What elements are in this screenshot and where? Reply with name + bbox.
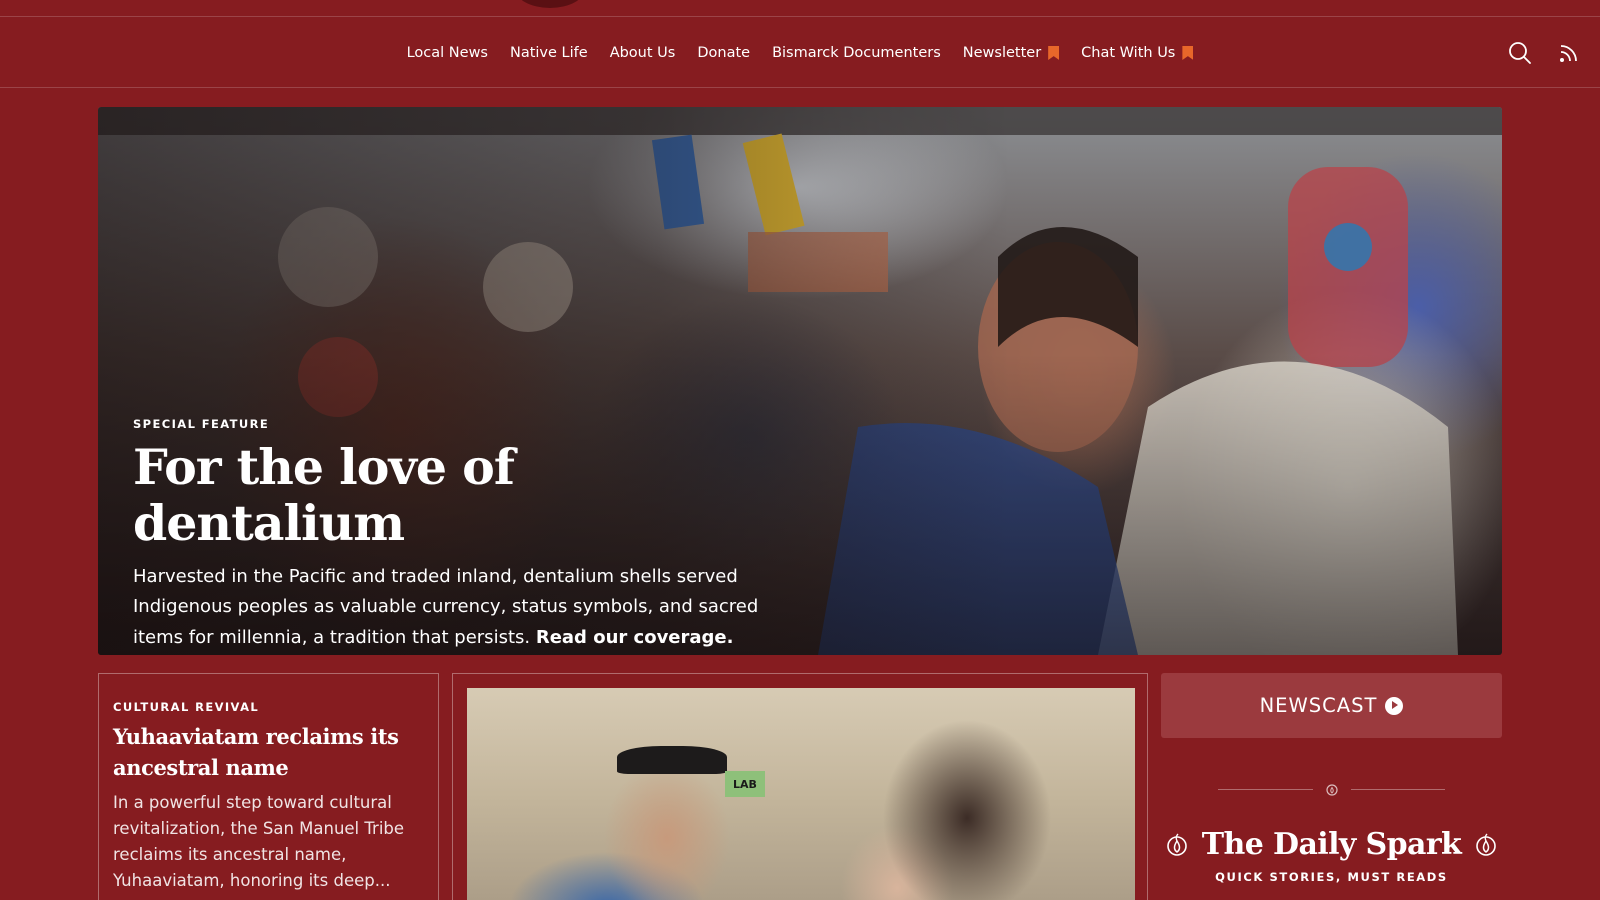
site-logo[interactable] [514,0,586,8]
nav-item-newsletter[interactable]: Newsletter [963,45,1060,61]
section-divider [1218,782,1445,796]
flame-icon [1476,833,1497,856]
hero-text: SPECIAL FEATURE For the love of dentaliu… [133,417,773,653]
nav-item-local-news[interactable]: Local News [407,45,488,61]
nav-item-donate[interactable]: Donate [697,45,750,61]
story-card-cultural-revival[interactable]: CULTURAL REVIVAL Yuhaaviatam reclaims it… [98,673,439,900]
read-coverage-link[interactable]: Read our coverage. [536,627,734,648]
flame-icon [1166,833,1187,856]
daily-spark: The Daily Spark QUICK STORIES, MUST READ… [1161,827,1502,884]
story-card-photo[interactable]: LAB [452,673,1148,900]
flame-icon [1325,784,1338,796]
rss-icon[interactable] [1558,42,1580,64]
card-title[interactable]: Yuhaaviatam reclaims its ancestral name [113,722,424,783]
nav-item-native-life[interactable]: Native Life [510,45,588,61]
hero-title[interactable]: For the love of dentalium [133,439,773,552]
hero-feature[interactable]: SPECIAL FEATURE For the love of dentaliu… [98,107,1502,655]
photo-lab-sign: LAB [725,771,765,797]
hero-kicker: SPECIAL FEATURE [133,417,270,431]
nav-icons [1508,18,1580,88]
top-strip [0,0,1600,17]
newscast-label: NEWSCAST [1259,694,1378,717]
divider-line [1350,788,1445,790]
play-circle-icon [1385,696,1404,715]
nav-links: Local News Native Life About Us Donate B… [0,18,1600,88]
daily-spark-title[interactable]: The Daily Spark [1202,827,1462,862]
card-dek: In a powerful step toward cultural revit… [113,793,405,890]
daily-spark-subtitle: QUICK STORIES, MUST READS [1215,870,1448,884]
card-kicker: CULTURAL REVIVAL [113,700,260,714]
newscast-button[interactable]: NEWSCAST [1161,673,1502,738]
search-icon[interactable] [1508,41,1532,65]
divider-line [1218,788,1313,790]
story-photo[interactable]: LAB [467,688,1135,900]
hero-dek: Harvested in the Pacific and traded inla… [133,562,773,654]
main-nav: Local News Native Life About Us Donate B… [0,18,1600,88]
nav-item-chat-with-us[interactable]: Chat With Us [1081,45,1194,61]
bookmark-flag-icon [1048,46,1060,60]
photo-detail [617,746,727,774]
nav-item-about-us[interactable]: About Us [610,45,676,61]
bookmark-flag-icon [1182,46,1194,60]
nav-item-bismarck-documenters[interactable]: Bismarck Documenters [772,45,941,61]
